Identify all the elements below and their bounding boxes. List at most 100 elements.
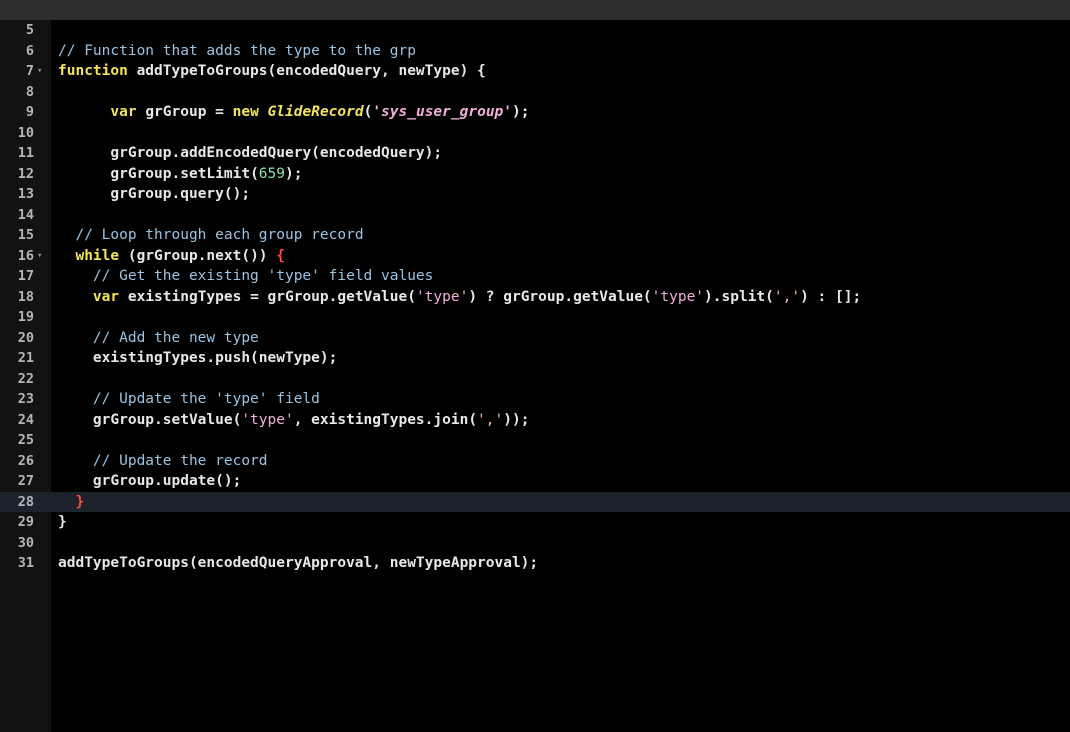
code-line[interactable]: 9 var grGroup = new GlideRecord('sys_use… [0,102,1070,123]
code-line[interactable]: 14 [0,205,1070,226]
code-line[interactable]: 27 grGroup.update(); [0,471,1070,492]
line-number: 11 [17,145,34,161]
line-number: 22 [17,370,34,387]
code-line[interactable]: 20 // Add the new type [0,328,1070,349]
token-number: 659 [258,165,285,182]
token-string: 'type' [651,288,705,305]
line-code: while (grGroup.next()) { [58,246,285,267]
code-line[interactable]: 10 [0,123,1070,144]
line-number: 30 [17,534,34,551]
line-number: 6 [25,42,34,59]
token-keyword: while [75,247,120,264]
line-code: grGroup.query(); [58,184,250,205]
code-line[interactable]: 28 } [0,491,1070,513]
token-plain: addTypeToGroups(encodedQuery, newType) { [127,63,486,79]
token-string: ',' [477,411,504,428]
code-line[interactable]: 23 // Update the 'type' field [0,389,1070,410]
line-number: 21 [17,350,34,366]
token-string: 'type' [241,411,294,428]
token-plain: ); [285,165,303,182]
line-number: 23 [17,391,34,407]
code-line[interactable]: 22 [0,369,1070,390]
fold-arrow-icon[interactable]: ▾ [37,61,47,82]
code-line[interactable]: 7 ▾ function addTypeToGroups(encodedQuery,… [0,61,1070,82]
code-line[interactable]: 31 addTypeToGroups(encodedQueryApproval, … [0,553,1070,574]
code-line[interactable]: 6 // Function that adds the type to the g… [0,41,1070,62]
code-line[interactable]: 8 [0,82,1070,103]
line-code: // Update the record [58,451,268,472]
line-code: var existingTypes = grGroup.getValue('ty… [58,287,861,308]
code-line[interactable]: 24 grGroup.setValue('type', existingType… [0,410,1070,431]
line-code: } [58,492,84,513]
code-line[interactable]: 26 // Update the record [0,451,1070,472]
token-comment: // Loop through each group record [75,227,364,243]
token-plain: ); [512,104,530,120]
token-comment: // Get the existing 'type' field values [92,268,434,284]
line-number: 17 [17,268,34,284]
code-line[interactable]: 5 [0,20,1070,41]
line-code: } [58,512,67,533]
code-line[interactable]: 18 var existingTypes = grGroup.getValue(… [0,287,1070,308]
token-plain: grGroup.setValue( [92,411,242,428]
line-number: 5 [25,22,34,38]
line-code: // Function that adds the type to the gr… [58,41,416,62]
token-plain: grGroup.query(); [110,186,251,202]
line-number: 12 [17,165,34,182]
line-number: 31 [17,555,34,571]
code-line[interactable]: 21 existingTypes.push(newType); [0,348,1070,369]
token-keyword: function [58,63,128,79]
line-code: addTypeToGroups(encodedQueryApproval, ne… [58,553,538,574]
line-number: 25 [17,432,34,448]
code-line[interactable]: 19 [0,307,1070,328]
code-line[interactable]: 13 grGroup.query(); [0,184,1070,205]
code-line[interactable]: 17 // Get the existing 'type' field valu… [0,266,1070,287]
line-code: existingTypes.push(newType); [58,348,337,369]
token-plain: grGroup.setLimit( [110,165,259,182]
code-line[interactable]: 29} [0,512,1070,533]
line-number: 24 [17,411,34,428]
line-code: // Get the existing 'type' field values [58,266,433,287]
line-code: // Update the 'type' field [58,389,320,410]
code-line[interactable]: 16 ▾ while (grGroup.next()) { [0,246,1070,267]
code-line[interactable]: 12 grGroup.setLimit(659); [0,164,1070,185]
line-number: 14 [17,206,34,223]
line-number: 8 [25,83,34,100]
code-line[interactable]: 30 [0,533,1070,554]
line-code: // Add the new type [58,328,259,349]
code-line[interactable]: 15 // Loop through each group record [0,225,1070,246]
token-plain: } [58,514,67,530]
code-line[interactable]: 11 grGroup.addEncodedQuery(encodedQuery)… [0,143,1070,164]
line-number: 15 [17,227,34,243]
code-editor[interactable]: 5 6 // Function that adds the type to the … [0,0,1070,732]
line-code: function addTypeToGroups(encodedQuery, n… [58,61,486,82]
token-class: GlideRecord [267,104,364,120]
line-code: grGroup.setValue('type', existingTypes.j… [58,410,530,431]
token-keyword: var [92,288,120,305]
line-code: grGroup.setLimit(659); [58,164,302,185]
code-line[interactable]: 25 [0,430,1070,451]
fold-arrow-icon[interactable]: ▾ [37,246,47,267]
line-code: grGroup.update(); [58,471,241,492]
token-plain: grGroup.addEncodedQuery(encodedQuery); [110,145,443,161]
token-plain: existingTypes.push(newType); [92,350,338,366]
code-area[interactable]: 5 6 // Function that adds the type to the … [0,20,1070,574]
line-number: 7 [25,63,34,79]
line-number: 28 [17,493,34,510]
line-number: 19 [17,309,34,325]
line-number: 29 [17,514,34,530]
line-number: 18 [17,288,34,305]
line-number: 16 [17,247,34,264]
